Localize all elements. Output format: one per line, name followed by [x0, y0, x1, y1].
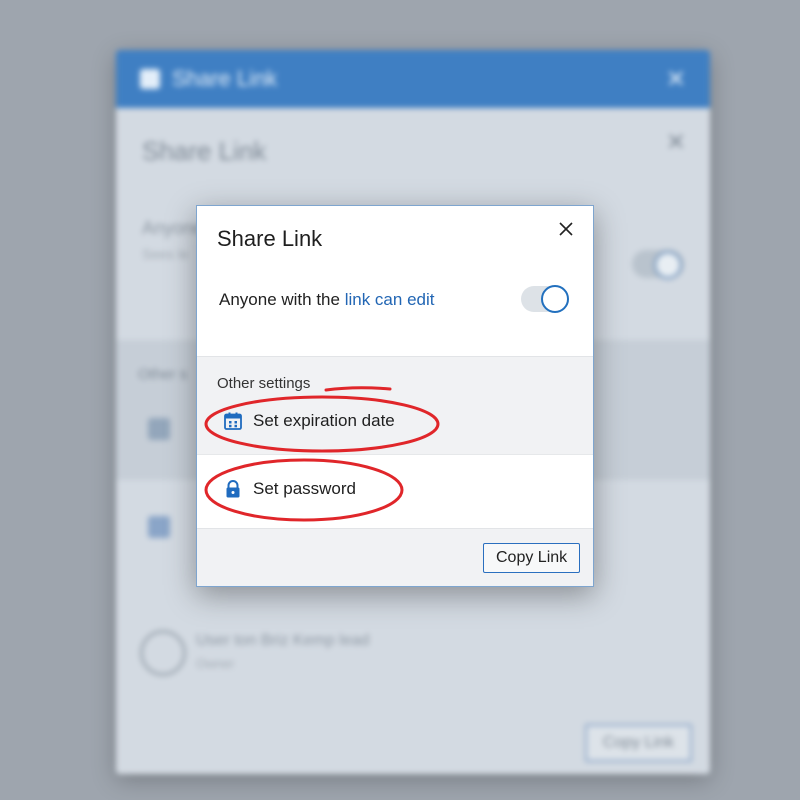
link-edit-toggle[interactable]: [521, 285, 569, 313]
background-window-title: Share Link: [172, 66, 278, 91]
set-expiration-date-label: Set expiration date: [253, 411, 395, 430]
link-permission-text: Anyone with the link can edit: [219, 290, 434, 310]
toggle-knob: [541, 285, 569, 313]
background-avatar: [140, 630, 186, 676]
set-password-label: Set password: [253, 479, 356, 498]
background-anyone-text: Anyone: [142, 218, 204, 238]
password-section: Set password: [197, 454, 593, 529]
background-titlebar: Share Link ✕: [116, 50, 710, 108]
copy-link-button[interactable]: Copy Link: [483, 543, 581, 573]
set-password-option[interactable]: Set password: [223, 479, 356, 499]
background-toggle: [632, 250, 684, 279]
other-settings-label: Other settings: [217, 375, 311, 392]
background-close-icon: ✕: [665, 65, 686, 93]
link-permission-link[interactable]: link can edit: [345, 290, 435, 309]
background-dialog-close-icon: ✕: [665, 129, 686, 156]
share-link-dialog: Share Link Anyone with the link can edit…: [196, 205, 594, 587]
background-lock-icon: [148, 516, 170, 538]
lock-icon: [226, 480, 240, 498]
other-settings-section: Other settings Set expiration date: [197, 356, 593, 455]
close-icon: [559, 222, 573, 236]
set-expiration-date-option[interactable]: Set expiration date: [223, 411, 395, 431]
background-calendar-icon: [148, 418, 170, 440]
dialog-title: Share Link: [217, 226, 323, 251]
background-subtext: Sees le: [142, 246, 189, 262]
close-button[interactable]: [555, 218, 577, 240]
app-icon: [140, 69, 160, 89]
dialog-footer: Copy Link: [197, 528, 593, 586]
background-user-role: Owner: [196, 656, 235, 671]
background-other-label: Other s: [138, 366, 188, 383]
calendar-icon: [224, 412, 242, 430]
background-user-name: User ton Briz Kemp lead: [196, 632, 370, 649]
background-heading: Share Link: [142, 136, 267, 166]
background-copy-link-button: Copy Link: [584, 724, 692, 762]
link-permission-prefix: Anyone with the: [219, 290, 345, 309]
